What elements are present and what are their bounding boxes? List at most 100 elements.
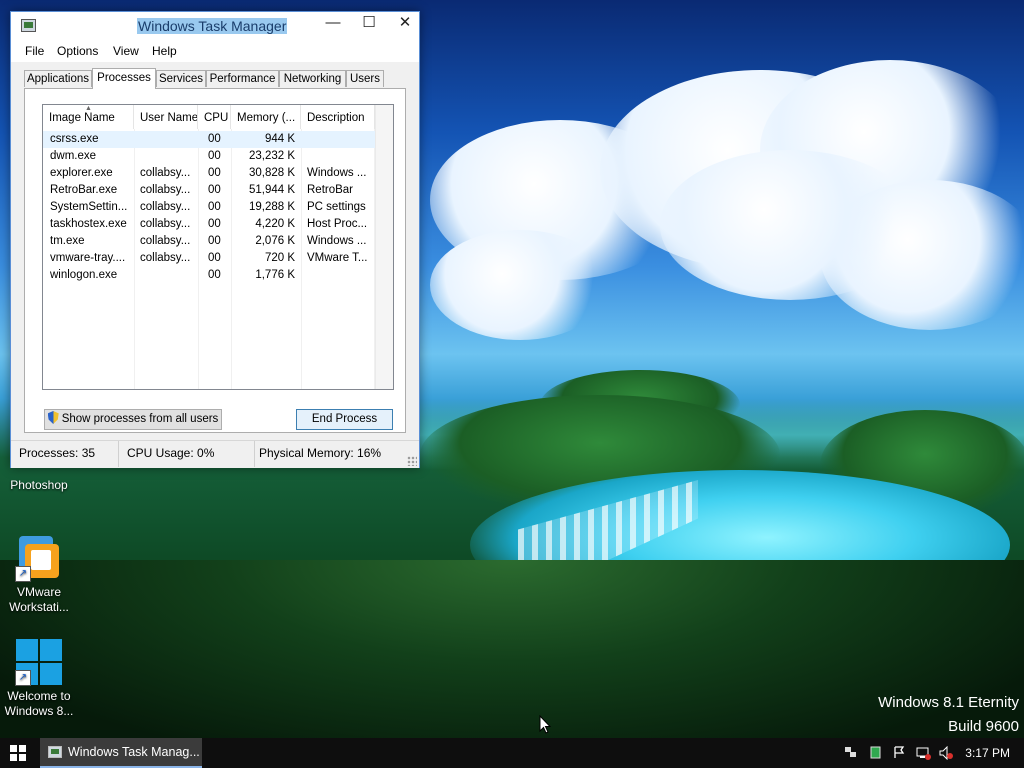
shortcut-arrow-icon: ↗ — [15, 670, 31, 686]
cell-name: tm.exe — [50, 235, 85, 247]
start-button[interactable] — [0, 738, 36, 768]
column-header-description[interactable]: Description — [301, 105, 375, 129]
cell-name: dwm.exe — [50, 150, 97, 162]
column-header-user-name[interactable]: User Name — [134, 105, 198, 129]
os-edition-watermark: Windows 8.1 Eternity — [878, 694, 1019, 711]
cell-description: PC settings — [307, 201, 366, 213]
cell-user: collabsy... — [140, 201, 191, 213]
process-list[interactable]: ▲ Image Name User Name CPU Memory (... D… — [42, 104, 394, 390]
mouse-cursor-icon — [539, 715, 551, 734]
task-manager-window: Windows Task Manager — ☐ ✕ File Options … — [10, 11, 420, 468]
processes-panel: ▲ Image Name User Name CPU Memory (... D… — [24, 88, 406, 433]
cell-cpu: 00 — [208, 133, 221, 145]
close-button[interactable]: ✕ — [387, 12, 423, 36]
cell-description: Host Proc... — [307, 218, 368, 230]
taskbar: Windows Task Manag... 3:17 PM — [0, 738, 1024, 768]
cell-name: csrss.exe — [50, 133, 99, 145]
desktop-icon-photoshop[interactable]: Photoshop — [3, 478, 75, 493]
tab-networking[interactable]: Networking — [279, 70, 346, 87]
cell-user: collabsy... — [140, 252, 191, 264]
cell-user: collabsy... — [140, 218, 191, 230]
windows-start-icon — [10, 745, 26, 761]
desktop-icon-vmware[interactable]: ↗ VMware Workstati... — [3, 534, 75, 615]
tab-performance[interactable]: Performance — [206, 70, 279, 87]
menu-file[interactable]: File — [25, 44, 44, 58]
table-row[interactable]: csrss.exe 00 944 K — [43, 131, 375, 148]
cell-description: Windows ... — [307, 235, 367, 247]
table-row[interactable]: taskhostex.exe collabsy... 00 4,220 K Host P… — [43, 216, 375, 233]
menu-view[interactable]: View — [113, 44, 139, 58]
table-row[interactable]: tm.exe collabsy... 00 2,076 K Windows ... — [43, 233, 375, 250]
taskbar-button-task-manager[interactable]: Windows Task Manag... — [40, 738, 202, 768]
cell-memory: 720 K — [264, 252, 295, 264]
status-processes-count: Processes: 35 — [11, 441, 119, 467]
table-row[interactable]: dwm.exe 00 23,232 K — [43, 148, 375, 165]
vertical-scrollbar[interactable] — [375, 105, 393, 389]
cell-description: VMware T... — [307, 252, 368, 264]
status-cpu-usage: CPU Usage: 0% — [119, 441, 255, 467]
status-bar: Processes: 35 CPU Usage: 0% Physical Mem… — [11, 440, 419, 468]
network-disconnected-icon[interactable] — [916, 746, 931, 760]
taskbar-clock[interactable]: 3:17 PM — [965, 738, 1010, 768]
window-title: Windows Task Manager — [137, 18, 288, 34]
cell-memory: 51,944 K — [248, 184, 295, 196]
os-build-watermark: Build 9600 — [948, 718, 1019, 735]
table-row[interactable]: SystemSettin... collabsy... 00 19,288 K PC s… — [43, 199, 375, 216]
cell-memory: 2,076 K — [255, 235, 295, 247]
uac-shield-icon — [47, 411, 59, 424]
tab-processes[interactable]: Processes — [92, 68, 156, 89]
table-row[interactable]: winlogon.exe 00 1,776 K — [43, 267, 375, 284]
maximize-button[interactable]: ☐ — [351, 12, 387, 36]
column-header-cpu[interactable]: CPU — [198, 105, 231, 129]
cell-cpu: 00 — [208, 269, 221, 281]
cell-cpu: 00 — [208, 235, 221, 247]
column-header-memory[interactable]: Memory (... — [231, 105, 301, 129]
tab-users[interactable]: Users — [346, 70, 384, 87]
cell-user: collabsy... — [140, 235, 191, 247]
menu-options[interactable]: Options — [57, 44, 98, 58]
vmware-icon: ↗ — [15, 534, 63, 582]
cell-name: RetroBar.exe — [50, 184, 118, 196]
cell-description: Windows ... — [307, 167, 367, 179]
show-all-processes-button[interactable]: Show processes from all users — [44, 409, 222, 430]
windows-logo-icon: ↗ — [15, 638, 63, 686]
cell-memory: 4,220 K — [255, 218, 295, 230]
desktop-icon-welcome[interactable]: ↗ Welcome to Windows 8... — [3, 638, 75, 719]
cell-memory: 944 K — [264, 133, 295, 145]
end-process-button[interactable]: End Process — [296, 409, 393, 430]
network-devices-icon[interactable] — [844, 746, 857, 759]
action-center-flag-icon[interactable] — [893, 746, 906, 759]
task-manager-icon — [21, 19, 36, 32]
table-row[interactable]: vmware-tray.... collabsy... 00 720 K VMware … — [43, 250, 375, 267]
minimize-button[interactable]: — — [315, 12, 351, 36]
cell-name: SystemSettin... — [50, 201, 128, 213]
taskbar-button-label: Windows Task Manag... — [68, 745, 200, 759]
cell-name: explorer.exe — [50, 167, 113, 179]
cell-memory: 30,828 K — [248, 167, 295, 179]
table-row[interactable]: explorer.exe collabsy... 00 30,828 K Windows… — [43, 165, 375, 182]
speaker-muted-icon[interactable] — [939, 745, 953, 761]
tab-applications[interactable]: Applications — [24, 70, 92, 87]
cell-cpu: 00 — [208, 167, 221, 179]
cell-cpu: 00 — [208, 218, 221, 230]
column-header-image-name[interactable]: ▲ Image Name — [43, 105, 134, 129]
cell-memory: 19,288 K — [248, 201, 295, 213]
cell-memory: 23,232 K — [248, 150, 295, 162]
task-manager-icon — [48, 746, 62, 758]
tab-services[interactable]: Services — [156, 70, 206, 87]
sort-ascending-icon: ▲ — [85, 105, 92, 112]
cell-description: RetroBar — [307, 184, 354, 196]
desktop-icon-label: Welcome to Windows 8... — [4, 689, 74, 718]
cell-user: collabsy... — [140, 167, 191, 179]
cell-user: collabsy... — [140, 184, 191, 196]
desktop-icon-label: VMware Workstati... — [9, 585, 69, 614]
resize-grip-icon[interactable] — [407, 456, 417, 466]
cell-name: vmware-tray.... — [50, 252, 126, 264]
title-bar[interactable]: Windows Task Manager — ☐ ✕ — [11, 12, 419, 40]
menu-help[interactable]: Help — [152, 44, 177, 58]
desktop-icon-label: Photoshop — [10, 478, 68, 492]
cell-cpu: 00 — [208, 150, 221, 162]
battery-status-icon[interactable] — [869, 746, 882, 759]
cell-cpu: 00 — [208, 201, 221, 213]
table-row[interactable]: RetroBar.exe collabsy... 00 51,944 K RetroBa… — [43, 182, 375, 199]
